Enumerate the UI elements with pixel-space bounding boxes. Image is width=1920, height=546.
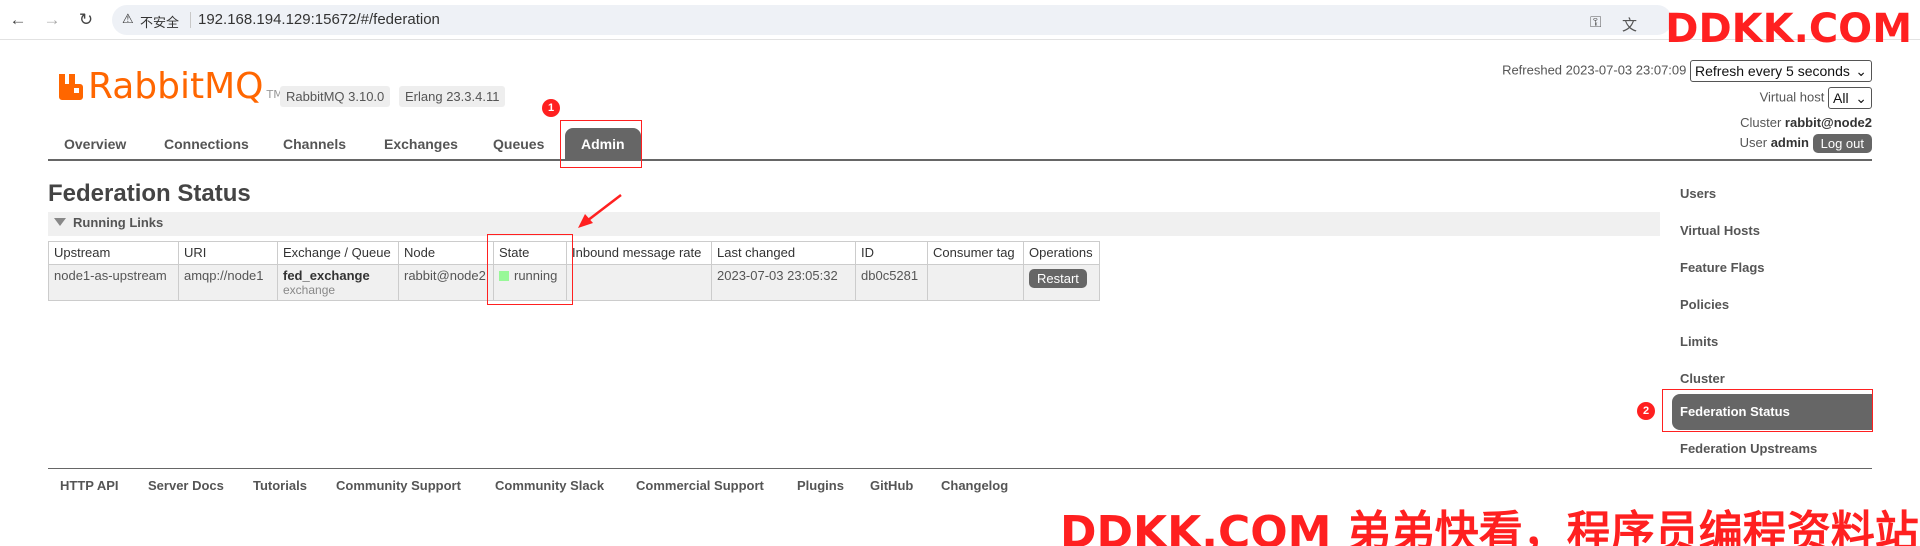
column-header-exchange-queue: Exchange / Queue — [277, 241, 399, 265]
key-icon[interactable]: ⚿ — [1590, 14, 1601, 31]
tab-connections[interactable]: Connections — [148, 128, 265, 160]
inbound-rate-cell — [566, 264, 712, 301]
annotation-marker-1: 1 — [542, 99, 560, 117]
exchange-name[interactable]: fed_exchange — [283, 268, 393, 283]
tab-queues[interactable]: Queues — [477, 128, 560, 160]
browser-toolbar: ← → ↻ ⚠ 不安全 192.168.194.129:15672/#/fede… — [0, 0, 1920, 40]
tab-exchanges[interactable]: Exchanges — [368, 128, 474, 160]
user-label: User — [1739, 134, 1768, 150]
annotation-box-state-column — [487, 234, 573, 305]
back-arrow-icon[interactable]: ← — [6, 8, 30, 32]
cluster-name: rabbit@node2 — [1784, 115, 1872, 130]
user-row: User admin Log out — [1740, 134, 1872, 153]
footer-link-http-api[interactable]: HTTP API — [60, 478, 119, 493]
forward-arrow-icon[interactable]: → — [40, 8, 64, 32]
column-header-id: ID — [855, 241, 928, 265]
address-bar[interactable]: ⚠ 不安全 192.168.194.129:15672/#/federation… — [112, 5, 1672, 35]
consumer-tag-cell — [927, 264, 1024, 301]
node-cell: rabbit@node2 — [398, 264, 494, 301]
refreshed-timestamp: Refreshed 2023-07-03 23:07:09 — [1502, 62, 1687, 78]
rabbitmq-logo-icon — [59, 74, 83, 100]
sidebar-item-limits[interactable]: Limits — [1672, 324, 1872, 360]
upstream-cell: node1-as-upstream — [48, 264, 179, 301]
exchange-cell: fed_exchange exchange — [277, 264, 399, 301]
url-text[interactable]: 192.168.194.129:15672/#/federation — [198, 11, 440, 28]
reload-icon[interactable]: ↻ — [74, 8, 98, 32]
logout-button[interactable]: Log out — [1812, 134, 1872, 153]
vhost-label: Virtual host — [1759, 89, 1825, 105]
tab-overview[interactable]: Overview — [48, 128, 142, 160]
translate-icon[interactable]: 文 — [1622, 14, 1637, 35]
vhost-select[interactable]: All ⌄ — [1828, 87, 1872, 109]
footer-divider — [48, 468, 1872, 469]
footer-link-changelog[interactable]: Changelog — [941, 478, 1008, 493]
chevron-down-icon: ⌄ — [1855, 63, 1867, 79]
table-row: node1-as-upstream amqp://node1 fed_excha… — [48, 264, 1100, 301]
sidebar-item-virtual-hosts[interactable]: Virtual Hosts — [1672, 213, 1872, 249]
warning-icon: ⚠ — [122, 11, 134, 26]
vhost-row: Virtual host All ⌄ — [1760, 87, 1872, 109]
column-header-upstream: Upstream — [48, 241, 179, 265]
section-label: Running Links — [73, 215, 164, 230]
logo-wordmark: RabbitMQ TM — [88, 66, 283, 107]
uri-cell: amqp://node1 — [178, 264, 278, 301]
operations-cell: Restart — [1023, 264, 1100, 301]
footer-link-tutorials[interactable]: Tutorials — [253, 478, 307, 493]
address-separator — [190, 12, 191, 28]
column-header-consumer-tag: Consumer tag — [927, 241, 1024, 265]
rabbitmq-version-badge: RabbitMQ 3.10.0 — [280, 86, 391, 107]
footer-link-github[interactable]: GitHub — [870, 478, 913, 493]
annotation-marker-2: 2 — [1637, 402, 1655, 420]
chevron-down-icon: ⌄ — [1855, 90, 1867, 106]
tabs-underline — [48, 159, 1872, 161]
column-header-node: Node — [398, 241, 494, 265]
erlang-version-badge: Erlang 23.3.4.11 — [399, 86, 506, 107]
column-header-uri: URI — [178, 241, 278, 265]
running-links-table: Upstream URI Exchange / Queue Node State… — [48, 241, 1100, 301]
footer-link-community-support[interactable]: Community Support — [336, 478, 461, 493]
insecure-label: 不安全 — [140, 15, 180, 30]
last-changed-cell: 2023-07-03 23:05:32 — [711, 264, 856, 301]
running-links-section-header[interactable]: Running Links — [48, 212, 1660, 236]
annotation-box-federation-status — [1662, 389, 1873, 432]
tab-channels[interactable]: Channels — [267, 128, 362, 160]
cluster-row: Cluster rabbit@node2 — [1740, 115, 1872, 130]
restart-button[interactable]: Restart — [1029, 269, 1087, 288]
column-header-operations: Operations — [1023, 241, 1100, 265]
exchange-type: exchange — [283, 283, 336, 297]
annotation-arrow-icon — [578, 194, 622, 228]
sidebar-item-feature-flags[interactable]: Feature Flags — [1672, 250, 1872, 286]
footer-link-community-slack[interactable]: Community Slack — [495, 478, 604, 493]
refresh-status: Refreshed 2023-07-03 23:07:09 Refresh ev… — [1502, 60, 1872, 82]
annotation-box-admin-tab — [560, 120, 642, 168]
table-header-row: Upstream URI Exchange / Queue Node State… — [48, 241, 1100, 265]
id-cell: db0c5281 — [855, 264, 928, 301]
footer-link-plugins[interactable]: Plugins — [797, 478, 844, 493]
sidebar-item-policies[interactable]: Policies — [1672, 287, 1872, 323]
sidebar-item-federation-upstreams[interactable]: Federation Upstreams — [1672, 431, 1872, 467]
watermark-bottom: DDKK.COM 弟弟快看，程序员编程资料站 — [1060, 507, 1919, 546]
refresh-interval-select[interactable]: Refresh every 5 seconds ⌄ — [1690, 60, 1872, 82]
page-title: Federation Status — [48, 180, 251, 207]
watermark-top: DDKK.COM — [1665, 6, 1912, 52]
collapse-triangle-icon — [54, 218, 66, 226]
sidebar-item-users[interactable]: Users — [1672, 176, 1872, 212]
footer-link-server-docs[interactable]: Server Docs — [148, 478, 224, 493]
footer-link-commercial-support[interactable]: Commercial Support — [636, 478, 764, 493]
column-header-last-changed: Last changed — [711, 241, 856, 265]
user-name: admin — [1770, 134, 1809, 150]
cluster-label: Cluster — [1740, 115, 1782, 130]
column-header-inbound-rate: Inbound message rate — [566, 241, 712, 265]
